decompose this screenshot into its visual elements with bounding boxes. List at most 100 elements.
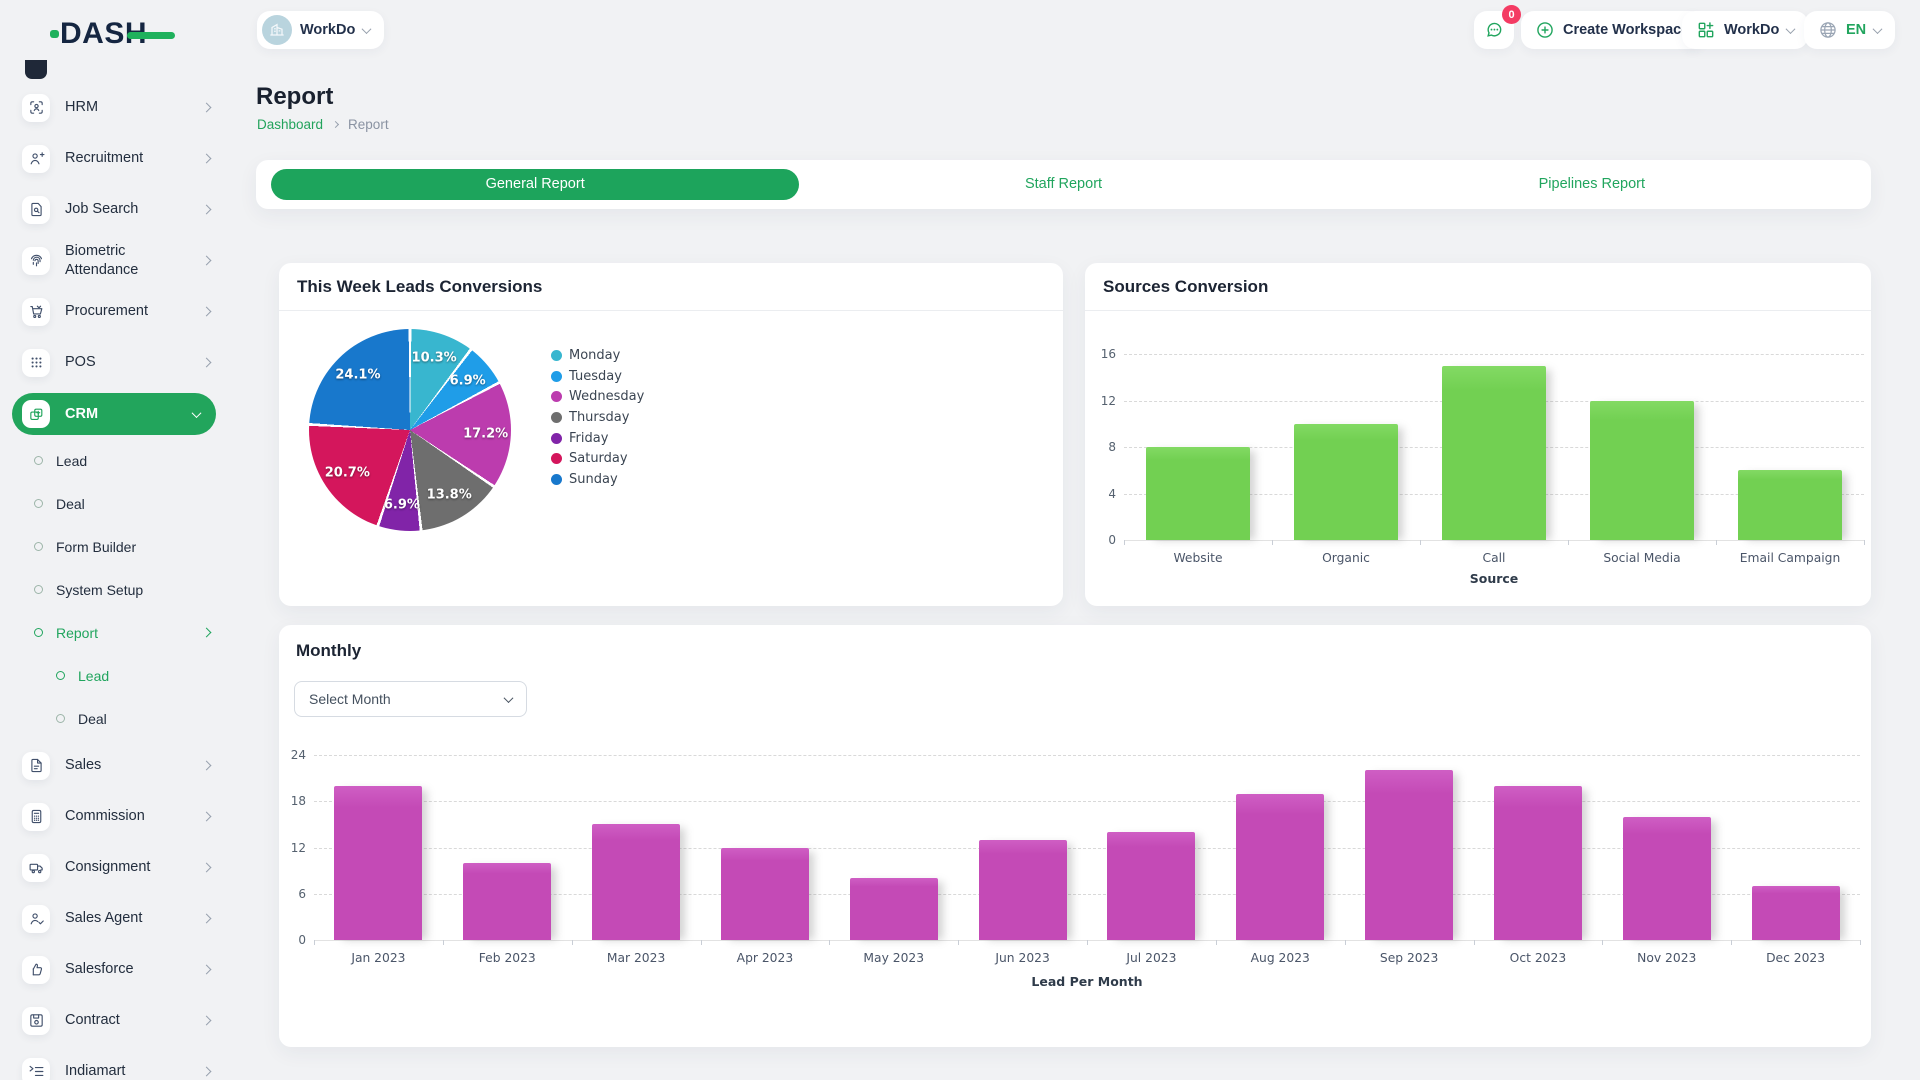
sidebar-subitem-system-setup[interactable]: System Setup xyxy=(0,568,230,611)
sidebar-subitem-deal[interactable]: Deal xyxy=(0,697,230,740)
sidebar-item-biometric-attendance[interactable]: Biometric Attendance xyxy=(0,235,230,286)
grid-plus-icon xyxy=(1696,20,1716,40)
sidebar-item-crm[interactable]: CRM xyxy=(12,393,216,435)
plus-circle-icon xyxy=(1535,20,1555,40)
bar-may-2023 xyxy=(850,878,938,940)
app-root: DASH WorkDo 0 Create Workspace xyxy=(0,0,1920,1080)
sales-agent-icon xyxy=(28,910,45,927)
sidebar-subitem-lead[interactable]: Lead xyxy=(0,439,230,482)
building-avatar-icon xyxy=(267,20,287,40)
chevron-down-icon xyxy=(192,408,202,418)
sidebar-item-consignment[interactable]: Consignment xyxy=(0,842,230,893)
bar-dec-2023 xyxy=(1752,886,1840,940)
sidebar-subitem-label: Deal xyxy=(78,711,107,727)
create-workspace-button[interactable]: Create Workspace xyxy=(1521,11,1703,49)
legend-dot xyxy=(551,412,562,423)
partial-sidebar-icon xyxy=(25,60,47,79)
chevron-right-icon xyxy=(202,965,212,975)
app-switcher-button[interactable]: WorkDo xyxy=(1682,11,1808,49)
bullet-icon xyxy=(34,628,43,637)
sidebar-item-label: CRM xyxy=(65,405,178,424)
tab-pipelines-report[interactable]: Pipelines Report xyxy=(1328,169,1856,200)
consignment-icon xyxy=(28,859,45,876)
sidebar-item-label: Sales xyxy=(65,756,188,775)
recruitment-icon xyxy=(28,150,45,167)
sidebar-item-job-search[interactable]: Job Search xyxy=(0,184,230,235)
legend-label: Friday xyxy=(569,431,608,446)
sidebar-item-label: Commission xyxy=(65,807,188,826)
bar-apr-2023 xyxy=(721,848,809,940)
sidebar-subitem-form-builder[interactable]: Form Builder xyxy=(0,525,230,568)
y-axis-tick-label: 8 xyxy=(1078,440,1116,454)
x-axis-tick xyxy=(1272,540,1273,545)
breadcrumb-dashboard-link[interactable]: Dashboard xyxy=(257,117,323,132)
chevron-right-icon xyxy=(202,256,212,266)
chevron-down-icon xyxy=(504,693,514,703)
chevron-right-icon xyxy=(202,761,212,771)
chevron-right-icon xyxy=(202,628,212,638)
gridline xyxy=(1124,540,1864,541)
legend-label: Saturday xyxy=(569,451,628,466)
divider xyxy=(279,310,1063,311)
bar-sep-2023 xyxy=(1365,770,1453,940)
y-axis-tick-label: 0 xyxy=(1078,533,1116,547)
sidebar-item-procurement[interactable]: Procurement xyxy=(0,286,230,337)
biometric-icon xyxy=(28,252,45,269)
sidebar-subitem-lead[interactable]: Lead xyxy=(0,654,230,697)
legend-item-wednesday: Wednesday xyxy=(551,386,644,407)
sidebar-item-sales[interactable]: Sales xyxy=(0,740,230,791)
workspace-avatar xyxy=(262,15,292,45)
chevron-right-icon xyxy=(202,863,212,873)
sidebar-item-recruitment[interactable]: Recruitment xyxy=(0,133,230,184)
messages-button[interactable]: 0 xyxy=(1474,11,1514,49)
legend-item-thursday: Thursday xyxy=(551,407,644,428)
bullet-icon xyxy=(34,499,43,508)
sidebar-item-label: Contract xyxy=(65,1011,188,1030)
bar-oct-2023 xyxy=(1494,786,1582,940)
chevron-right-icon xyxy=(202,1067,212,1077)
sidebar-item-sales-agent[interactable]: Sales Agent xyxy=(0,893,230,944)
tab-staff-report[interactable]: Staff Report xyxy=(799,169,1327,200)
sidebar-item-salesforce[interactable]: Salesforce xyxy=(0,944,230,995)
chevron-right-icon xyxy=(202,307,212,317)
legend-dot xyxy=(551,391,562,402)
bar-email-campaign xyxy=(1738,470,1842,540)
x-axis-tick xyxy=(1216,940,1217,945)
language-selector[interactable]: EN xyxy=(1804,11,1895,49)
chevron-down-icon xyxy=(362,24,372,34)
x-axis-category-label: Jan 2023 xyxy=(351,951,405,965)
x-axis-tick xyxy=(1568,540,1569,545)
sidebar-subitem-report[interactable]: Report xyxy=(0,611,230,654)
salesforce-icon xyxy=(28,961,45,978)
language-code: EN xyxy=(1846,22,1866,38)
pos-icon xyxy=(28,354,45,371)
bar-aug-2023 xyxy=(1236,794,1324,940)
x-axis-tick xyxy=(1864,540,1865,545)
tab-general-report[interactable]: General Report xyxy=(271,169,799,200)
app-logo[interactable]: DASH xyxy=(60,17,147,51)
x-axis-tick xyxy=(314,940,315,945)
chevron-right-icon xyxy=(202,1016,212,1026)
y-axis-tick-label: 24 xyxy=(268,748,306,762)
monthly-card: Monthly Select Month 06121824Jan 2023Feb… xyxy=(279,625,1871,1047)
indiamart-icon-box xyxy=(22,1058,50,1080)
logo-accent-dot xyxy=(50,30,59,38)
legend-label: Monday xyxy=(569,348,620,363)
y-axis-tick-label: 12 xyxy=(1078,394,1116,408)
sales-icon-box xyxy=(22,752,50,780)
sidebar-item-hrm[interactable]: HRM xyxy=(0,82,230,133)
legend-dot xyxy=(551,433,562,444)
workspace-selector[interactable]: WorkDo xyxy=(257,11,384,49)
workspace-name: WorkDo xyxy=(300,22,355,38)
sidebar-item-commission[interactable]: Commission xyxy=(0,791,230,842)
leads-pie-chart: 10.3%6.9%17.2%13.8%6.9%20.7%24.1% xyxy=(309,329,511,531)
sidebar-subitem-deal[interactable]: Deal xyxy=(0,482,230,525)
sidebar-item-pos[interactable]: POS xyxy=(0,337,230,388)
sidebar-item-contract[interactable]: Contract xyxy=(0,995,230,1046)
select-month-dropdown[interactable]: Select Month xyxy=(294,681,527,717)
sidebar-item-indiamart[interactable]: Indiamart xyxy=(0,1046,230,1080)
x-axis-tick xyxy=(1124,540,1125,545)
messages-badge: 0 xyxy=(1502,5,1521,24)
pie-slice-label: 6.9% xyxy=(450,373,486,388)
legend-dot xyxy=(551,453,562,464)
